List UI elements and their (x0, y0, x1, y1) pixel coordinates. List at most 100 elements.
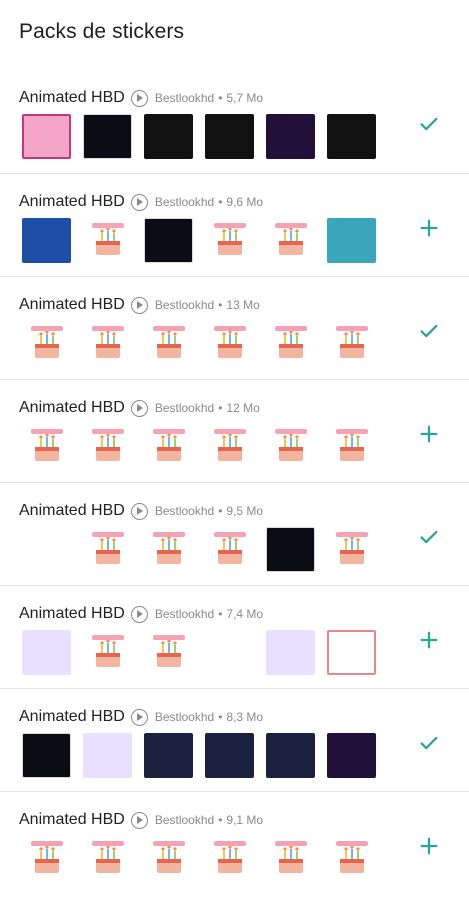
pack-author: Bestlookhd (154, 195, 215, 209)
pack-header: Animated HBD Bestlookhd • 9,5 Mo (19, 501, 263, 521)
sticker-thumbnail (144, 630, 193, 675)
sticker-pack-list: Animated HBD Bestlookhd • 5,7 Mo Animated HB… (0, 70, 469, 894)
sticker-thumbnail (205, 114, 254, 159)
sticker-thumbnail (83, 630, 132, 675)
play-circle-icon[interactable] (130, 605, 148, 623)
play-circle-icon[interactable] (130, 502, 148, 520)
pack-header: Animated HBD Bestlookhd • 5,7 Mo (19, 88, 263, 108)
sticker-thumbnail (205, 630, 254, 675)
added-check-icon[interactable] (413, 521, 445, 553)
pack-size: 9,6 Mo (226, 195, 264, 209)
separator-dot: • (218, 607, 223, 621)
play-circle-icon[interactable] (130, 708, 148, 726)
pack-name: Animated HBD (19, 89, 125, 106)
sticker-pack-row[interactable]: Animated HBD Bestlookhd • 9,1 Mo (0, 791, 469, 894)
pack-name: Animated HBD (19, 605, 125, 622)
sticker-thumbnail (266, 836, 315, 881)
pack-name: Animated HBD (19, 399, 125, 416)
added-check-icon[interactable] (413, 727, 445, 759)
sticker-thumbnail (205, 218, 254, 263)
play-circle-icon[interactable] (130, 399, 148, 417)
pack-header: Animated HBD Bestlookhd • 7,4 Mo (19, 604, 263, 624)
pack-size: 9,1 Mo (226, 813, 264, 827)
play-circle-icon[interactable] (130, 296, 148, 314)
sticker-thumbnail (144, 114, 193, 159)
sticker-thumbnail (327, 424, 376, 469)
sticker-thumbnail (266, 630, 315, 675)
play-circle-icon[interactable] (130, 193, 148, 211)
sticker-thumbnail (327, 630, 376, 675)
sticker-thumbnail (144, 218, 193, 263)
sticker-thumbnail (327, 527, 376, 572)
sticker-pack-row[interactable]: Animated HBD Bestlookhd • 9,5 Mo (0, 482, 469, 585)
sticker-thumbnail (83, 527, 132, 572)
sticker-thumbnail (266, 733, 315, 778)
sticker-thumbnail (22, 630, 71, 675)
sticker-thumbnail (22, 218, 71, 263)
pack-header: Animated HBD Bestlookhd • 12 Mo (19, 398, 260, 418)
sticker-thumbnail (22, 321, 71, 366)
separator-dot: • (218, 813, 223, 827)
added-check-icon[interactable] (413, 108, 445, 140)
sticker-thumbnail (22, 836, 71, 881)
pack-author: Bestlookhd (154, 607, 215, 621)
sticker-thumbnail (22, 733, 71, 778)
pack-size: 7,4 Mo (226, 607, 264, 621)
sticker-pack-row[interactable]: Animated HBD Bestlookhd • 8,3 Mo (0, 688, 469, 791)
sticker-pack-row[interactable]: Animated HBD Bestlookhd • 12 Mo (0, 379, 469, 482)
sticker-pack-row[interactable]: Animated HBD Bestlookhd • 5,7 Mo (0, 70, 469, 173)
sticker-thumbnail (83, 733, 132, 778)
sticker-thumbnail (327, 733, 376, 778)
add-pack-plus-icon[interactable] (413, 830, 445, 862)
added-check-icon[interactable] (413, 315, 445, 347)
sticker-thumbnail (327, 114, 376, 159)
sticker-thumbnail (83, 114, 132, 159)
sticker-pack-row[interactable]: Animated HBD Bestlookhd • 13 Mo (0, 276, 469, 379)
pack-name: Animated HBD (19, 708, 125, 725)
separator-dot: • (218, 401, 223, 415)
pack-author: Bestlookhd (154, 298, 215, 312)
separator-dot: • (218, 504, 223, 518)
sticker-thumbnail (205, 424, 254, 469)
pack-header: Animated HBD Bestlookhd • 9,1 Mo (19, 810, 263, 830)
pack-size: 12 Mo (226, 401, 260, 415)
sticker-thumbnail (327, 218, 376, 263)
sticker-thumbnail (205, 733, 254, 778)
sticker-preview-strip (22, 114, 376, 159)
sticker-thumbnail (266, 114, 315, 159)
add-pack-plus-icon[interactable] (413, 418, 445, 450)
sticker-preview-strip (22, 733, 376, 778)
sticker-thumbnail (327, 321, 376, 366)
app-header: Packs de stickers (0, 0, 469, 70)
sticker-preview-strip (22, 527, 376, 572)
pack-header: Animated HBD Bestlookhd • 9,6 Mo (19, 192, 263, 212)
pack-size: 5,7 Mo (226, 91, 264, 105)
sticker-thumbnail (144, 836, 193, 881)
pack-size: 9,5 Mo (226, 504, 264, 518)
play-circle-icon[interactable] (130, 89, 148, 107)
sticker-preview-strip (22, 321, 376, 366)
sticker-thumbnail (144, 527, 193, 572)
sticker-pack-row[interactable]: Animated HBD Bestlookhd • 7,4 Mo (0, 585, 469, 688)
sticker-thumbnail (83, 836, 132, 881)
add-pack-plus-icon[interactable] (413, 212, 445, 244)
pack-author: Bestlookhd (154, 91, 215, 105)
sticker-thumbnail (205, 836, 254, 881)
page-title: Packs de stickers (19, 20, 185, 43)
pack-author: Bestlookhd (154, 504, 215, 518)
sticker-preview-strip (22, 424, 376, 469)
pack-author: Bestlookhd (154, 813, 215, 827)
sticker-thumbnail (205, 527, 254, 572)
sticker-thumbnail (22, 424, 71, 469)
sticker-thumbnail (83, 424, 132, 469)
sticker-preview-strip (22, 836, 376, 881)
pack-author: Bestlookhd (154, 401, 215, 415)
add-pack-plus-icon[interactable] (413, 624, 445, 656)
sticker-thumbnail (83, 321, 132, 366)
pack-name: Animated HBD (19, 811, 125, 828)
play-circle-icon[interactable] (130, 811, 148, 829)
sticker-pack-row[interactable]: Animated HBD Bestlookhd • 9,6 Mo (0, 173, 469, 276)
sticker-thumbnail (327, 836, 376, 881)
sticker-thumbnail (83, 218, 132, 263)
sticker-thumbnail (266, 321, 315, 366)
